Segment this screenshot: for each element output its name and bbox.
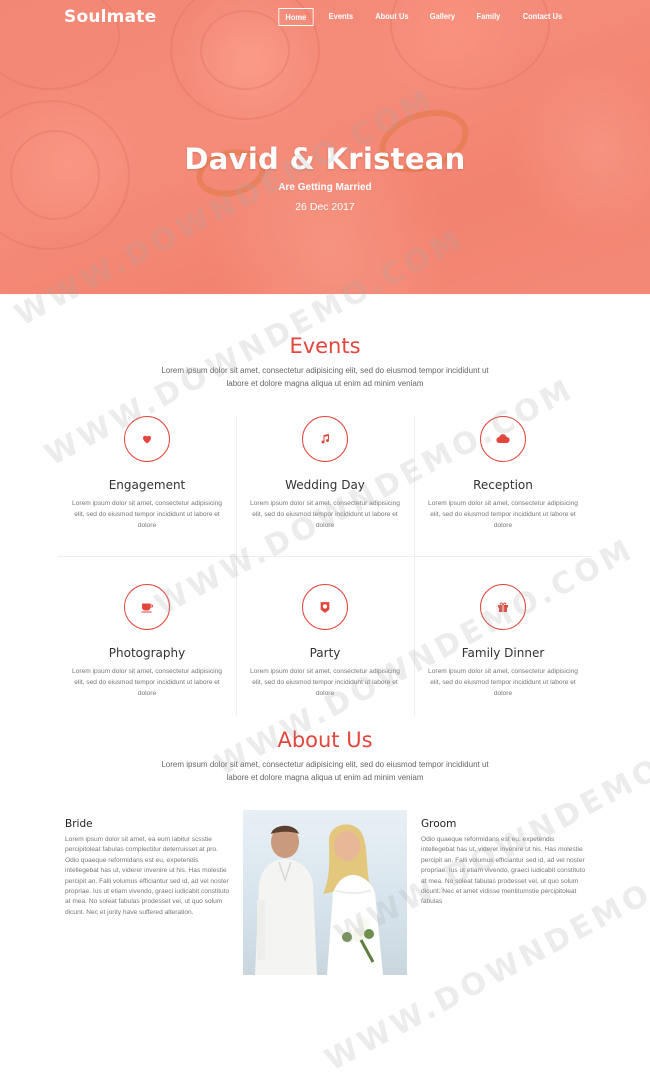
nav-item-contact-us[interactable]: Contact Us bbox=[517, 8, 569, 26]
event-card-wedding-day: Wedding Day Lorem ipsum dolor sit amet, … bbox=[236, 416, 414, 566]
gift-icon bbox=[480, 584, 526, 630]
nav-item-about-us[interactable]: About Us bbox=[369, 8, 415, 26]
bride-column: Bride Lorem ipsum dolor sit amet, ea eum… bbox=[65, 818, 230, 918]
event-text: Lorem ipsum dolor sit amet, consectetur … bbox=[250, 500, 400, 529]
event-name: Family Dinner bbox=[461, 646, 545, 660]
music-icon bbox=[302, 416, 348, 462]
event-name: Wedding Day bbox=[285, 478, 365, 492]
events-grid: Engagement Lorem ipsum dolor sit amet, c… bbox=[58, 416, 592, 716]
event-name: Photography bbox=[108, 646, 186, 660]
event-name: Reception bbox=[473, 478, 533, 492]
event-card-engagement: Engagement Lorem ipsum dolor sit amet, c… bbox=[58, 416, 236, 566]
event-text: Lorem ipsum dolor sit amet, consectetur … bbox=[428, 668, 578, 697]
groom-title: Groom bbox=[421, 818, 457, 830]
nav-item-events[interactable]: Events bbox=[322, 8, 359, 26]
event-name: Engagement bbox=[108, 478, 186, 492]
event-text: Lorem ipsum dolor sit amet, consectetur … bbox=[72, 668, 222, 697]
about-title: About Us bbox=[277, 728, 373, 752]
hero-date: 26 Dec 2017 bbox=[295, 201, 355, 213]
bride-text: Lorem ipsum dolor sit amet, ea eum labit… bbox=[65, 836, 230, 916]
badge-icon bbox=[302, 584, 348, 630]
nav-item-family[interactable]: Family bbox=[471, 8, 507, 26]
event-card-photography: Photography Lorem ipsum dolor sit amet, … bbox=[58, 584, 236, 734]
about-section: About Us Lorem ipsum dolor sit amet, con… bbox=[0, 728, 650, 784]
hero-title: David & Kristean bbox=[184, 142, 466, 176]
events-title: Events bbox=[289, 334, 361, 358]
hero-banner: Soulmate Home Events About Us Gallery Fa… bbox=[0, 0, 650, 294]
event-card-party: Party Lorem ipsum dolor sit amet, consec… bbox=[236, 584, 414, 734]
about-description: Lorem ipsum dolor sit amet, consectetur … bbox=[161, 760, 489, 782]
top-navbar: Soulmate Home Events About Us Gallery Fa… bbox=[0, 0, 650, 36]
event-text: Lorem ipsum dolor sit amet, consectetur … bbox=[250, 668, 400, 697]
event-name: Party bbox=[309, 646, 341, 660]
events-description: Lorem ipsum dolor sit amet, consectetur … bbox=[161, 366, 489, 388]
cup-icon bbox=[124, 584, 170, 630]
groom-column: Groom Odio quaeque reformidans est eu, e… bbox=[421, 818, 589, 908]
event-card-family-dinner: Family Dinner Lorem ipsum dolor sit amet… bbox=[414, 584, 592, 734]
events-section: Events Lorem ipsum dolor sit amet, conse… bbox=[0, 334, 650, 390]
nav-item-home[interactable]: Home bbox=[278, 8, 314, 26]
bride-title: Bride bbox=[65, 818, 93, 830]
event-card-reception: Reception Lorem ipsum dolor sit amet, co… bbox=[414, 416, 592, 566]
site-logo[interactable]: Soulmate bbox=[64, 7, 156, 27]
heart-icon bbox=[124, 416, 170, 462]
hero-text: David & Kristean Are Getting Married 26 … bbox=[0, 142, 650, 213]
groom-text: Odio quaeque reformidans est eu, expeten… bbox=[421, 836, 586, 906]
event-text: Lorem ipsum dolor sit amet, consectetur … bbox=[72, 500, 222, 529]
couple-photo bbox=[243, 810, 407, 975]
hero-subtitle: Are Getting Married bbox=[278, 182, 372, 193]
cloud-icon bbox=[480, 416, 526, 462]
nav-item-gallery[interactable]: Gallery bbox=[424, 8, 462, 26]
event-text: Lorem ipsum dolor sit amet, consectetur … bbox=[428, 500, 578, 529]
couple-illustration bbox=[255, 824, 383, 975]
nav-menu: Home Events About Us Gallery Family Cont… bbox=[272, 8, 572, 26]
